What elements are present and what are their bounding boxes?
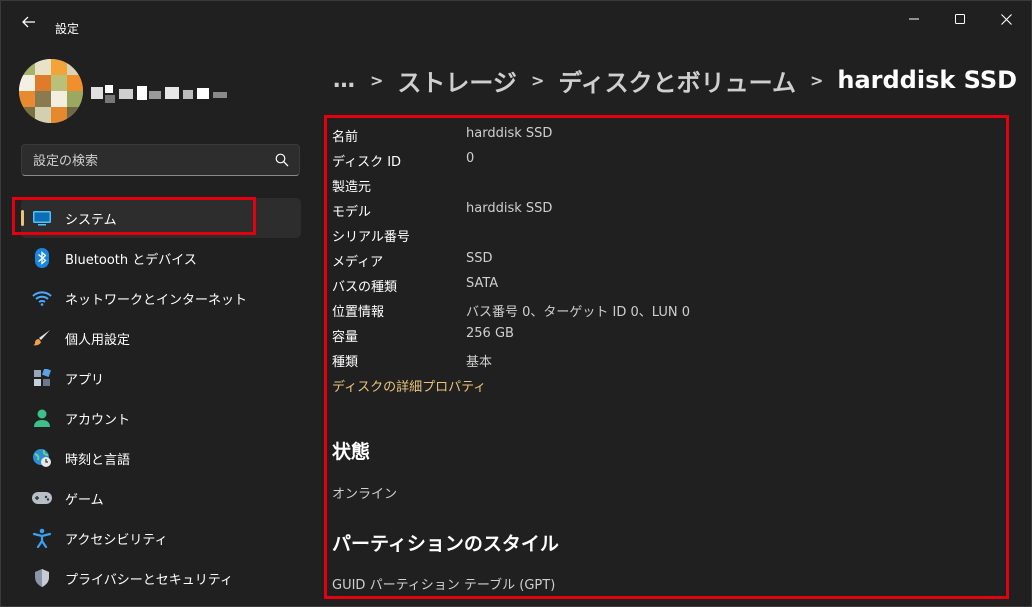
property-row: モデル harddisk SSD bbox=[332, 197, 992, 222]
bluetooth-icon bbox=[31, 247, 53, 269]
sidebar-item-label: システム bbox=[65, 212, 117, 228]
sidebar-item-personalization[interactable]: 個人用設定 bbox=[21, 318, 301, 358]
sidebar-item-accessibility[interactable]: アクセシビリティ bbox=[21, 518, 301, 558]
property-row: シリアル番号 bbox=[332, 222, 992, 247]
sidebar-item-accounts[interactable]: アカウント bbox=[21, 398, 301, 438]
selection-indicator bbox=[21, 210, 24, 226]
disk-properties-list: 名前 harddisk SSD ディスク ID 0 製造元 モデル harddi… bbox=[332, 122, 992, 372]
system-icon bbox=[31, 207, 53, 229]
gamepad-icon bbox=[31, 487, 53, 509]
back-arrow-icon bbox=[22, 16, 35, 28]
sidebar-item-apps[interactable]: アプリ bbox=[21, 358, 301, 398]
globe-clock-icon bbox=[31, 447, 53, 469]
sidebar-item-label: 個人用設定 bbox=[65, 332, 131, 348]
breadcrumb-more-button[interactable]: … bbox=[333, 68, 356, 93]
page-title: harddisk SSD bbox=[837, 66, 1018, 94]
property-label: 名前 bbox=[332, 130, 359, 145]
sidebar-item-system[interactable]: システム bbox=[21, 198, 301, 238]
sidebar-item-label: アクセシビリティ bbox=[65, 532, 168, 548]
sidebar-item-label: プライバシーとセキュリティ bbox=[65, 572, 233, 588]
property-value: バス番号 0、ターゲット ID 0、LUN 0 bbox=[466, 305, 691, 320]
settings-window: 設定 設定の検索 システム Bluetooth とデバイス ネットワークとインタ… bbox=[0, 0, 1032, 607]
minimize-button[interactable] bbox=[899, 9, 929, 29]
property-row: ディスク ID 0 bbox=[332, 147, 992, 172]
sidebar-item-gaming[interactable]: ゲーム bbox=[21, 478, 301, 518]
accessibility-icon bbox=[31, 527, 53, 549]
breadcrumb: … > ストレージ > ディスクとボリューム > harddisk SSD bbox=[333, 63, 1017, 97]
property-value: SATA bbox=[466, 276, 499, 291]
brush-icon bbox=[31, 327, 53, 349]
property-row: 製造元 bbox=[332, 172, 992, 197]
close-icon bbox=[1000, 13, 1012, 25]
property-row: 種類 基本 bbox=[332, 347, 992, 372]
property-label: 位置情報 bbox=[332, 305, 385, 320]
sidebar-item-privacy-security[interactable]: プライバシーとセキュリティ bbox=[21, 558, 301, 598]
status-section-title: 状態 bbox=[332, 441, 371, 463]
apps-icon bbox=[31, 367, 53, 389]
property-label: ディスク ID bbox=[332, 155, 402, 170]
sidebar-item-bluetooth[interactable]: Bluetooth とデバイス bbox=[21, 238, 301, 278]
property-label: モデル bbox=[332, 205, 372, 220]
property-value: harddisk SSD bbox=[466, 201, 553, 216]
chevron-right-icon: > bbox=[530, 70, 545, 90]
property-value: harddisk SSD bbox=[466, 126, 553, 141]
chevron-right-icon: > bbox=[809, 70, 824, 90]
app-title: 設定 bbox=[55, 22, 80, 36]
property-row: 位置情報 バス番号 0、ターゲット ID 0、LUN 0 bbox=[332, 297, 992, 322]
property-label: 製造元 bbox=[332, 180, 372, 195]
property-value: 基本 bbox=[466, 355, 493, 370]
sidebar-item-label: ネットワークとインターネット bbox=[65, 292, 248, 308]
back-button[interactable] bbox=[15, 11, 43, 33]
status-value: オンライン bbox=[332, 487, 398, 502]
partition-style-section-title: パーティションのスタイル bbox=[332, 533, 559, 555]
settings-search-box[interactable] bbox=[21, 144, 300, 177]
disk-advanced-properties-link[interactable]: ディスクの詳細プロパティ bbox=[332, 376, 486, 395]
breadcrumb-item-storage[interactable]: ストレージ bbox=[397, 63, 517, 98]
sidebar-item-network[interactable]: ネットワークとインターネット bbox=[21, 278, 301, 318]
chevron-right-icon: > bbox=[370, 70, 384, 90]
breadcrumb-item-disks-volumes[interactable]: ディスクとボリューム bbox=[558, 63, 796, 98]
search-input[interactable] bbox=[22, 145, 275, 177]
maximize-button[interactable] bbox=[945, 9, 975, 29]
person-icon bbox=[31, 407, 53, 429]
property-label: シリアル番号 bbox=[332, 230, 410, 245]
sidebar-item-label: アカウント bbox=[65, 412, 131, 428]
wifi-icon bbox=[31, 287, 53, 309]
minimize-icon bbox=[909, 18, 919, 20]
sidebar-item-time-language[interactable]: 時刻と言語 bbox=[21, 438, 301, 478]
shield-icon bbox=[31, 567, 53, 589]
property-label: 種類 bbox=[332, 355, 359, 370]
partition-style-value: GUID パーティション テーブル (GPT) bbox=[332, 578, 556, 593]
close-button[interactable] bbox=[991, 9, 1021, 29]
sidebar-item-label: 時刻と言語 bbox=[65, 452, 131, 468]
sidebar-item-label: アプリ bbox=[65, 372, 105, 388]
property-value: 256 GB bbox=[466, 326, 514, 341]
title-bar: 設定 bbox=[1, 1, 1031, 41]
property-label: バスの種類 bbox=[332, 280, 398, 295]
property-row: バスの種類 SATA bbox=[332, 272, 992, 297]
property-row: 名前 harddisk SSD bbox=[332, 122, 992, 147]
sidebar-nav: システム Bluetooth とデバイス ネットワークとインターネット 個人用設… bbox=[21, 198, 301, 598]
property-row: 容量 256 GB bbox=[332, 322, 992, 347]
user-name-redacted bbox=[91, 83, 231, 105]
property-value: SSD bbox=[466, 251, 493, 266]
property-row: メディア SSD bbox=[332, 247, 992, 272]
maximize-icon bbox=[955, 14, 965, 24]
property-label: 容量 bbox=[332, 330, 359, 345]
user-avatar[interactable] bbox=[19, 59, 83, 123]
property-label: メディア bbox=[332, 255, 384, 270]
sidebar-item-label: Bluetooth とデバイス bbox=[65, 252, 197, 268]
sidebar-item-label: ゲーム bbox=[65, 492, 104, 508]
property-value: 0 bbox=[466, 151, 475, 166]
search-icon[interactable] bbox=[275, 153, 289, 167]
